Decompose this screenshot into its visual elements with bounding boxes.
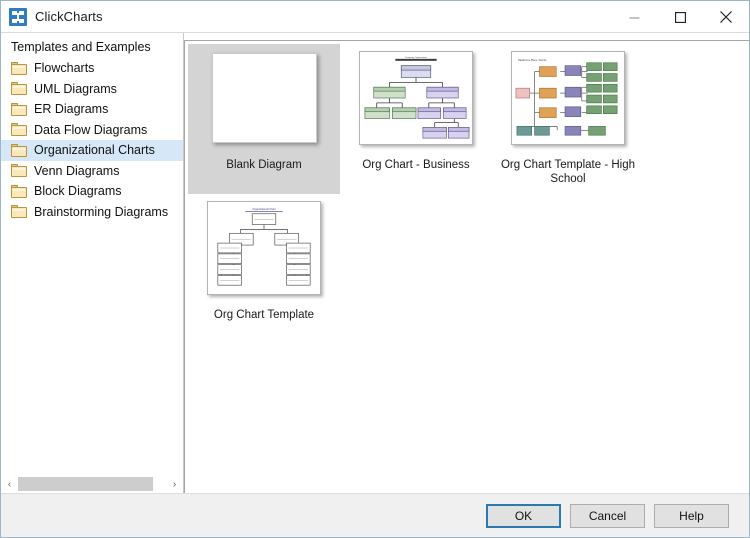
sidebar-horizontal-scrollbar[interactable]: ‹ › <box>1 475 183 493</box>
templates-area: Blank Diagram Company Organization Org C… <box>184 33 749 493</box>
folder-icon <box>11 123 27 137</box>
sidebar-item-label: Organizational Charts <box>34 143 155 158</box>
thumbnail-wrap: Hawthorne Place, District <box>510 50 626 146</box>
template-item-org-chart-business[interactable]: Company Organization Org Chart - Busines… <box>340 44 492 194</box>
svg-text:Hawthorne Place, District: Hawthorne Place, District <box>518 59 547 62</box>
svg-text:Organizational Chart: Organizational Chart <box>252 208 276 211</box>
help-button[interactable]: Help <box>654 503 729 528</box>
thumbnail-wrap <box>206 50 322 146</box>
templates-grid: Blank Diagram Company Organization Org C… <box>188 44 749 330</box>
dialog-body: Templates and Examples Flowcharts UML Di… <box>1 33 749 493</box>
template-label: Blank Diagram <box>226 159 302 171</box>
sidebar-item-organizational-charts[interactable]: Organizational Charts <box>1 140 183 161</box>
thumbnail-wrap: Organizational Chart <box>206 200 322 296</box>
folder-icon <box>11 82 27 96</box>
template-item-org-chart-high-school[interactable]: Hawthorne Place, District Org Chart Temp… <box>492 44 644 194</box>
categories-sidebar: Templates and Examples Flowcharts UML Di… <box>1 33 184 493</box>
dialog-footer: OK Cancel Help <box>1 493 749 537</box>
svg-text:Company Organization: Company Organization <box>405 56 428 59</box>
folder-icon <box>11 205 27 219</box>
sidebar-item-label: ER Diagrams <box>34 102 109 117</box>
scroll-right-arrow-icon[interactable]: › <box>166 476 183 493</box>
minimize-icon[interactable] <box>611 1 657 33</box>
template-label: Org Chart - Business <box>362 159 470 171</box>
tree-header: Templates and Examples <box>11 40 151 54</box>
scroll-thumb[interactable] <box>18 477 153 491</box>
folder-icon <box>11 102 27 116</box>
sidebar-item-uml-diagrams[interactable]: UML Diagrams <box>1 79 183 100</box>
sidebar-item-venn-diagrams[interactable]: Venn Diagrams <box>1 161 183 182</box>
thumbnail-org-chart-high-school: Hawthorne Place, District <box>511 51 625 145</box>
sidebar-item-label: Flowcharts <box>34 61 95 76</box>
clickcharts-template-dialog: ClickCharts Templates and Examples Flowc… <box>0 0 750 538</box>
sidebar-item-label: Brainstorming Diagrams <box>34 204 169 219</box>
clickcharts-app-icon <box>9 7 27 26</box>
template-label: Org Chart Template <box>213 309 315 321</box>
window-controls <box>611 1 749 33</box>
close-icon[interactable] <box>703 1 749 33</box>
category-tree: Templates and Examples Flowcharts UML Di… <box>1 33 183 475</box>
templates-panel: Blank Diagram Company Organization Org C… <box>184 40 749 493</box>
scroll-left-arrow-icon[interactable]: ‹ <box>1 476 18 493</box>
folder-icon <box>11 184 27 198</box>
window-title: ClickCharts <box>35 9 103 24</box>
thumbnail-org-chart-template: Organizational Chart <box>207 201 321 295</box>
ok-button[interactable]: OK <box>486 503 561 528</box>
maximize-icon[interactable] <box>657 1 703 33</box>
thumbnail-blank-diagram <box>211 53 317 143</box>
title-bar: ClickCharts <box>1 1 749 33</box>
thumbnail-wrap: Company Organization <box>358 50 474 146</box>
sidebar-item-brainstorming-diagrams[interactable]: Brainstorming Diagrams <box>1 202 183 223</box>
sidebar-item-label: Data Flow Diagrams <box>34 122 148 137</box>
folder-icon <box>11 164 27 178</box>
template-item-org-chart-template[interactable]: Organizational Chart Org Chart Template <box>188 194 340 330</box>
sidebar-item-label: Block Diagrams <box>34 184 122 199</box>
folder-icon <box>11 143 27 157</box>
template-item-blank-diagram[interactable]: Blank Diagram <box>188 44 340 194</box>
thumbnail-org-chart-business: Company Organization <box>359 51 473 145</box>
scroll-track[interactable] <box>18 476 166 493</box>
folder-icon <box>11 61 27 75</box>
sidebar-item-label: UML Diagrams <box>34 81 117 96</box>
sidebar-item-er-diagrams[interactable]: ER Diagrams <box>1 99 183 120</box>
sidebar-item-label: Venn Diagrams <box>34 163 120 178</box>
sidebar-item-block-diagrams[interactable]: Block Diagrams <box>1 181 183 202</box>
template-label: Org Chart Template - High School <box>500 159 635 185</box>
cancel-button[interactable]: Cancel <box>570 503 645 528</box>
sidebar-item-flowcharts[interactable]: Flowcharts <box>1 58 183 79</box>
sidebar-item-data-flow-diagrams[interactable]: Data Flow Diagrams <box>1 120 183 141</box>
